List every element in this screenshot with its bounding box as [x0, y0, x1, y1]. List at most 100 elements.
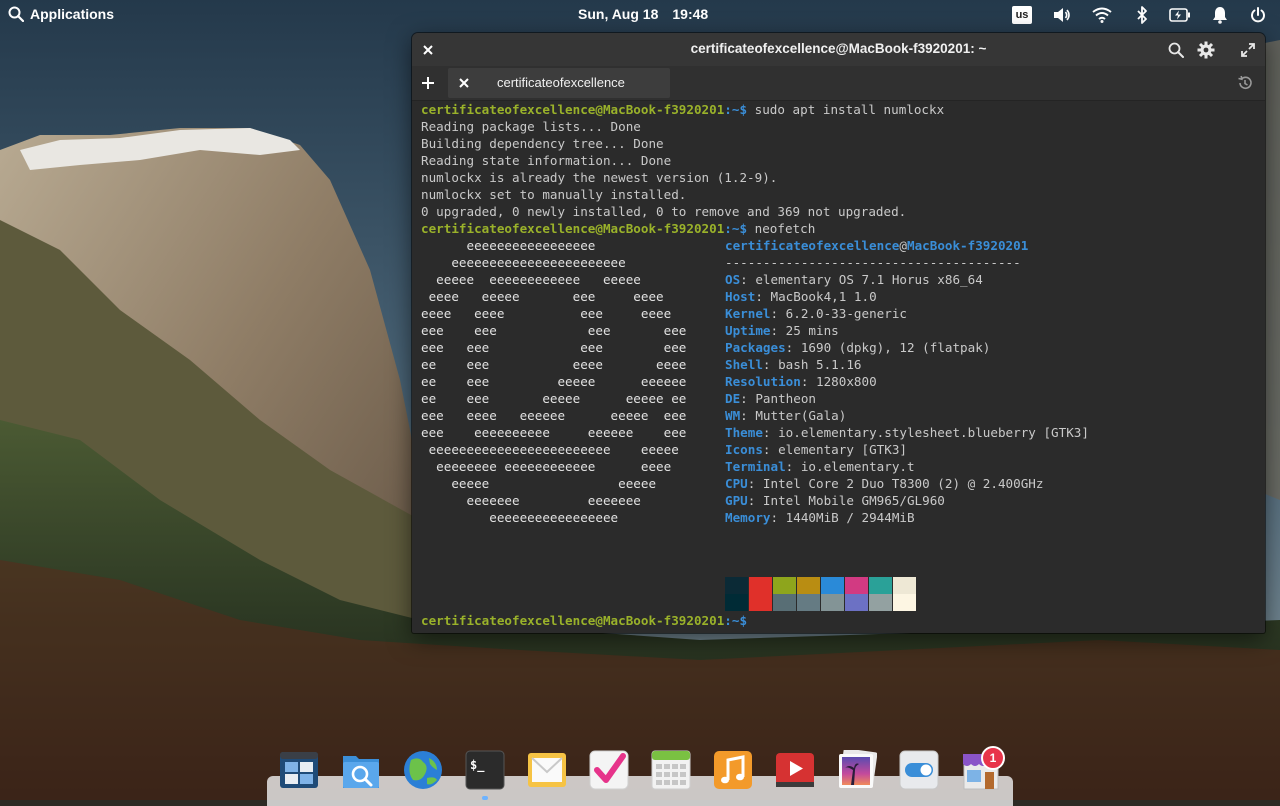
terminal-output[interactable]: certificateofexcellence@MacBook-f3920201… [421, 101, 1261, 631]
prompt-user-host: certificateofexcellence@MacBook-f3920201 [421, 102, 725, 117]
prompt-line: certificateofexcellence@MacBook-f3920201… [421, 101, 944, 118]
info-theme: Theme: io.elementary.stylesheet.blueberr… [725, 424, 1089, 441]
palette-swatch [773, 594, 796, 611]
applications-label: Applications [30, 6, 115, 22]
info-key: Kernel [725, 306, 771, 321]
dock-item-mail[interactable] [527, 750, 567, 790]
terminal-running-indicator [482, 796, 488, 800]
info-value: : Pantheon [740, 391, 816, 406]
neofetch-user-host: certificateofexcellence@MacBook-f3920201 [725, 237, 1028, 254]
battery-charging-icon [1169, 8, 1190, 22]
info-uptime: Uptime: 25 mins [725, 322, 839, 339]
info-key: WM [725, 408, 741, 423]
info-terminal: Terminal: io.elementary.t [725, 458, 915, 475]
network-indicator[interactable] [1091, 5, 1113, 25]
tab-history-button[interactable] [1234, 72, 1256, 94]
info-value: : Intel Core 2 Duo T8300 (2) @ 2.400GHz [747, 476, 1044, 491]
datetime-indicator[interactable]: Sun, Aug 18 19:48 [578, 6, 708, 22]
power-icon [1251, 7, 1265, 23]
info-value: : 1690 (dpkg), 12 (flatpak) [785, 340, 991, 355]
palette-swatch [725, 577, 748, 594]
info-value: : 1280x800 [800, 374, 877, 389]
tab-label: certificateofexcellence [497, 75, 625, 90]
output-line: Building dependency tree... Done [421, 136, 664, 151]
window-title: certificateofexcellence@MacBook-f3920201… [690, 41, 987, 56]
info-gpu: GPU: Intel Mobile GM965/GL960 [725, 492, 945, 509]
dock-item-tasks[interactable] [589, 750, 629, 790]
info-de: DE: Pantheon [725, 390, 816, 407]
color-palette [725, 577, 917, 611]
window-titlebar[interactable]: certificateofexcellence@MacBook-f3920201… [412, 33, 1265, 66]
prompt-user-host: certificateofexcellence@MacBook-f3920201 [421, 221, 725, 236]
prompt-line: certificateofexcellence@MacBook-f3920201… [421, 612, 747, 629]
info-key: Theme [725, 425, 763, 440]
maximize-icon [1241, 43, 1255, 57]
output-line: Reading state information... Done [421, 153, 672, 168]
globe-icon [404, 751, 442, 789]
neofetch-logo-line: eeeeeeeeeeeeeeeeeeeeeee [421, 255, 626, 270]
prompt-path: :~$ [724, 221, 748, 236]
dock-item-multitasking-view[interactable] [279, 750, 319, 790]
history-icon [1238, 75, 1252, 90]
info-key: CPU [725, 476, 748, 491]
palette-swatch [893, 594, 916, 611]
new-tab-button[interactable] [417, 72, 439, 94]
play-icon [776, 753, 814, 787]
palette-swatch [821, 577, 844, 594]
music-note-icon [714, 751, 752, 789]
bluetooth-indicator[interactable] [1131, 5, 1153, 25]
session-indicator[interactable] [1247, 5, 1269, 25]
notifications-indicator[interactable] [1209, 5, 1231, 25]
neofetch-user: certificateofexcellence [725, 238, 900, 253]
dock-item-calendar[interactable] [651, 750, 691, 790]
bell-icon [1213, 7, 1227, 24]
info-value: : 6.2.0-33-generic [770, 306, 907, 321]
checkmark-icon [589, 750, 629, 790]
neofetch-logo-line: eeeeeee eeeeeee [421, 493, 641, 508]
info-key: Host [725, 289, 756, 304]
info-key: Icons [725, 442, 763, 457]
neofetch-logo-line: eeeee eeeeeeeeeeee eeeee [421, 272, 641, 287]
info-value: : MacBook4,1 1.0 [755, 289, 877, 304]
palette-swatch [797, 577, 820, 594]
info-key: Terminal [725, 459, 786, 474]
info-value: : elementary OS 7.1 Horus x86_64 [740, 272, 983, 287]
dock-item-music[interactable] [713, 750, 753, 790]
gear-icon [1197, 41, 1215, 59]
info-value: : io.elementary.stylesheet.blueberry [GT… [762, 425, 1089, 440]
dock-item-videos[interactable] [775, 750, 815, 790]
palette-swatch [773, 577, 796, 594]
find-button[interactable] [1165, 39, 1187, 61]
command-text: sudo apt install numlockx [747, 102, 945, 117]
photos-icon [839, 748, 878, 788]
palette-swatch [725, 594, 748, 611]
prompt-line: certificateofexcellence@MacBook-f3920201… [421, 220, 815, 237]
info-key: OS [725, 272, 741, 287]
top-panel: Applications Sun, Aug 18 19:48 us [0, 0, 1280, 30]
sound-indicator[interactable] [1051, 5, 1073, 25]
keyboard-layout-indicator[interactable]: us [1011, 5, 1033, 25]
maximize-button[interactable] [1237, 39, 1259, 61]
power-indicator[interactable] [1169, 5, 1191, 25]
neofetch-logo-line: eeeeeeeeeeeeeeeee [421, 510, 619, 525]
settings-menu-button[interactable] [1195, 39, 1217, 61]
info-value: : elementary [GTK3] [762, 442, 907, 457]
dock-item-appcenter[interactable]: 1 [961, 746, 1005, 790]
prompt-path: :~$ [724, 102, 748, 117]
info-key: Uptime [725, 323, 771, 338]
dock-item-terminal[interactable]: $_ [465, 750, 505, 790]
applications-menu[interactable]: Applications [8, 6, 114, 22]
neofetch-separator: --------------------------------------- [725, 255, 1021, 270]
tab-terminal[interactable]: certificateofexcellence [448, 68, 670, 98]
dock-item-web-browser[interactable] [403, 750, 443, 790]
output-line: 0 upgraded, 0 newly installed, 0 to remo… [421, 204, 907, 219]
terminal-window[interactable]: certificateofexcellence@MacBook-f3920201… [412, 33, 1265, 633]
dock-item-settings[interactable] [899, 750, 939, 790]
info-resolution: Resolution: 1280x800 [725, 373, 877, 390]
neofetch-logo-line: eeee eeeee eee eeee [421, 289, 664, 304]
neofetch-logo-line: ee eee eeee eeee [421, 357, 687, 372]
dock-item-files[interactable] [341, 750, 381, 790]
dock-item-photos[interactable] [837, 748, 878, 790]
info-key: GPU [725, 493, 748, 508]
close-tab-button[interactable] [454, 73, 474, 93]
